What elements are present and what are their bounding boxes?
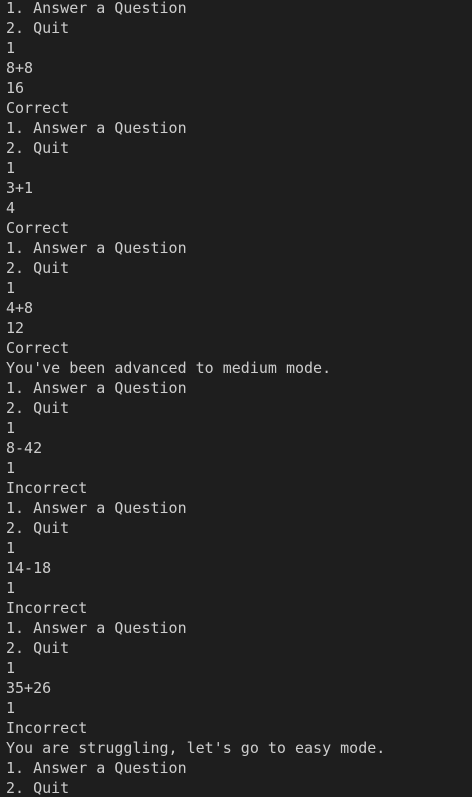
terminal-line: 16	[6, 79, 25, 97]
terminal-line: 2. Quit	[6, 779, 70, 797]
terminal-panel[interactable]: 1. Answer a Question 2. Quit 1 8+8 16 Correct…	[0, 0, 472, 797]
terminal-line: Correct	[6, 339, 70, 357]
terminal-line: 1	[6, 419, 16, 437]
terminal-line: 2. Quit	[6, 519, 70, 537]
terminal-line: 1	[6, 279, 16, 297]
terminal-line: 4	[6, 199, 16, 217]
terminal-line: Correct	[6, 219, 70, 237]
terminal-line: 2. Quit	[6, 639, 70, 657]
terminal-line: 1. Answer a Question	[6, 619, 187, 637]
terminal-line: 1	[6, 159, 16, 177]
terminal-line: 8+8	[6, 59, 34, 77]
terminal-line: 1. Answer a Question	[6, 0, 187, 17]
terminal-line: 2. Quit	[6, 19, 70, 37]
terminal-line: 2. Quit	[6, 259, 70, 277]
terminal-line: 1	[6, 659, 16, 677]
terminal-line: Incorrect	[6, 479, 88, 497]
terminal-line: Incorrect	[6, 719, 88, 737]
terminal-line: 14-18	[6, 559, 52, 577]
terminal-line: You've been advanced to medium mode.	[6, 359, 332, 377]
terminal-line: 35+26	[6, 679, 52, 697]
terminal-output: 1. Answer a Question 2. Quit 1 8+8 16 Correct…	[6, 0, 472, 797]
terminal-line: 1	[6, 579, 16, 597]
terminal-line: 3+1	[6, 179, 34, 197]
terminal-line: 1. Answer a Question	[6, 239, 187, 257]
terminal-line: 1. Answer a Question	[6, 499, 187, 517]
terminal-line: 4+8	[6, 299, 34, 317]
terminal-line: 8-42	[6, 439, 43, 457]
terminal-line: 1. Answer a Question	[6, 759, 187, 777]
terminal-line: You are struggling, let's go to easy mod…	[6, 739, 386, 757]
terminal-line: 2. Quit	[6, 139, 70, 157]
terminal-line: 12	[6, 319, 25, 337]
terminal-line: Correct	[6, 99, 70, 117]
terminal-line: 2. Quit	[6, 399, 70, 417]
terminal-line: 1. Answer a Question	[6, 119, 187, 137]
terminal-line: 1	[6, 539, 16, 557]
terminal-line: 1. Answer a Question	[6, 379, 187, 397]
terminal-line: 1	[6, 459, 16, 477]
terminal-line: 1	[6, 39, 16, 57]
terminal-line: 1	[6, 699, 16, 717]
terminal-line: Incorrect	[6, 599, 88, 617]
